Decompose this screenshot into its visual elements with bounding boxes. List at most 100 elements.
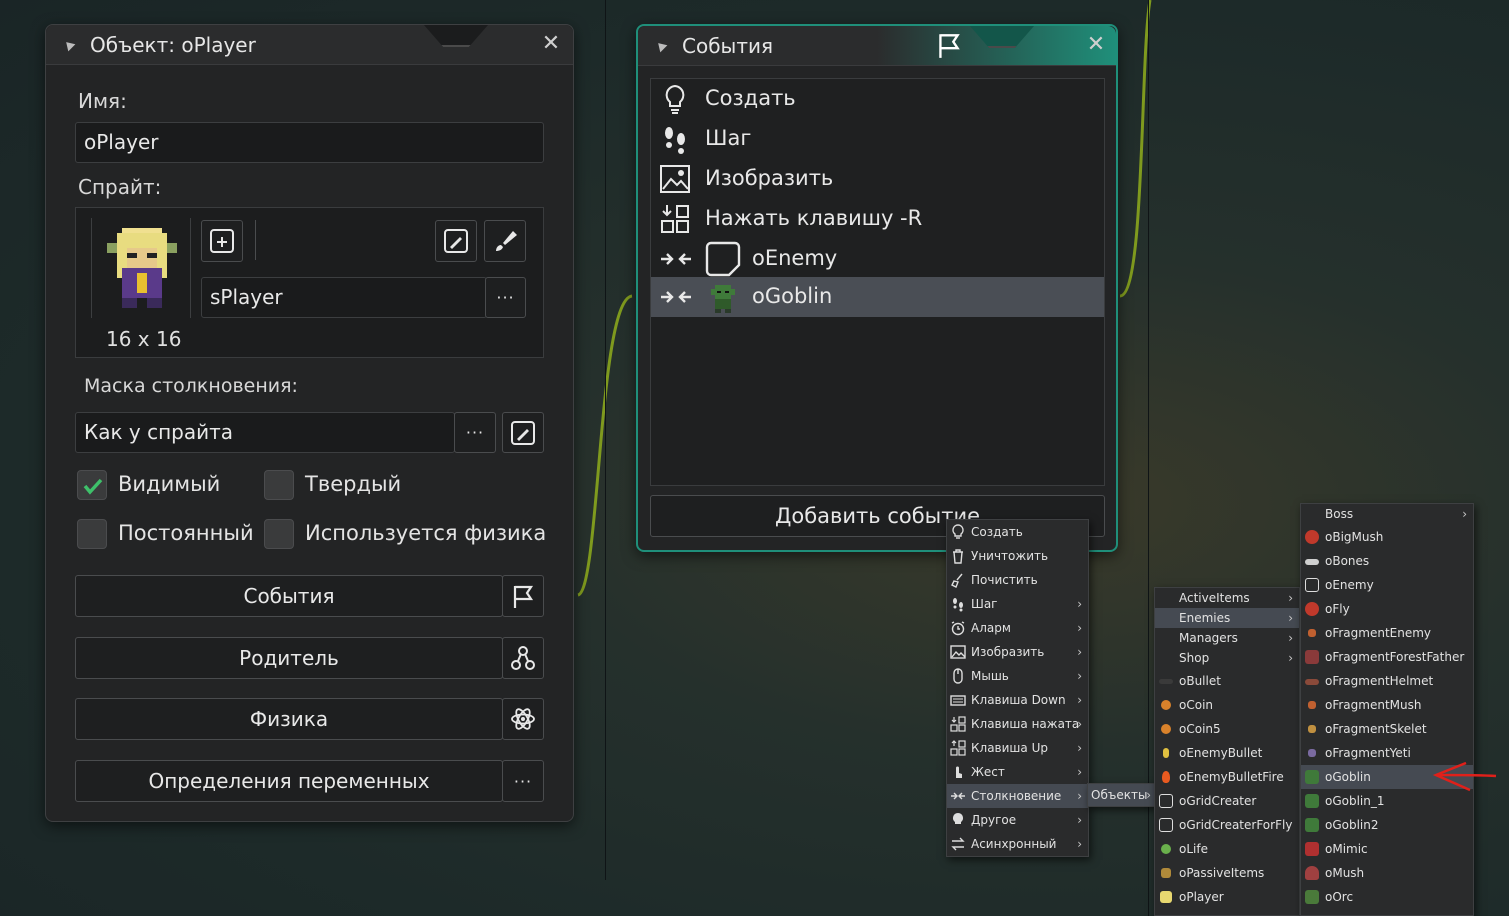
event-label: oEnemy	[752, 246, 838, 270]
menu-item-object[interactable]: oCoin5	[1155, 717, 1299, 741]
paint-sprite-button[interactable]	[484, 220, 526, 262]
sprite-box: 16 x 16 sPlayer ···	[75, 207, 544, 358]
persistent-checkbox[interactable]	[77, 519, 107, 549]
close-icon[interactable]: ✕	[1085, 34, 1107, 56]
parent-icon-button[interactable]	[502, 637, 544, 679]
panel-notch	[970, 26, 1034, 48]
menu-item-object[interactable]: oFragmentHelmet	[1301, 669, 1473, 693]
fragment-sprite-icon	[1308, 701, 1316, 709]
mouse-icon	[953, 668, 963, 684]
event-row-collision-ogoblin[interactable]: oGoblin	[651, 277, 1104, 317]
menu-item-object[interactable]: oBigMush	[1301, 525, 1473, 549]
menu-item-draw[interactable]: Изобразить ›	[947, 640, 1088, 664]
menu-item-cleanup[interactable]: Почистить	[947, 568, 1088, 592]
menu-item-folder[interactable]: Shop ›	[1155, 648, 1299, 668]
object-panel-header[interactable]: Объект: oPlayer ✕	[46, 25, 573, 65]
menu-item-step[interactable]: Шаг ›	[947, 592, 1088, 616]
menu-item-object[interactable]: oCoin	[1155, 693, 1299, 717]
collapse-icon[interactable]	[654, 39, 668, 53]
menu-item-object[interactable]: oOrc	[1301, 885, 1473, 909]
mask-browse-button[interactable]: ···	[454, 412, 496, 453]
fragment-sprite-icon	[1305, 650, 1319, 664]
events-flag-button[interactable]	[502, 575, 544, 617]
menu-item-label: Мышь	[971, 669, 1009, 683]
menu-item-object[interactable]: oPassiveItems	[1155, 861, 1299, 885]
menu-item-object[interactable]: oEnemyBullet	[1155, 741, 1299, 765]
menu-item-folder[interactable]: ActiveItems ›	[1155, 588, 1299, 608]
menu-item-object[interactable]: oFragmentSkelet	[1301, 717, 1473, 741]
menu-item-object[interactable]: oBullet	[1155, 669, 1299, 693]
events-button-label: События	[243, 584, 335, 608]
sprite-name-field[interactable]: sPlayer	[201, 277, 487, 318]
menu-item-object[interactable]: oFragmentEnemy	[1301, 621, 1473, 645]
event-row-collision-oenemy[interactable]: oEnemy	[651, 239, 1104, 279]
edit-sprite-button[interactable]	[435, 220, 477, 262]
event-row-draw[interactable]: Изобразить	[651, 159, 1104, 199]
menu-item-key-up[interactable]: Клавиша Up ›	[947, 736, 1088, 760]
event-row-step[interactable]: Шаг	[651, 119, 1104, 159]
menu-item-label: oFragmentForestFather	[1325, 650, 1465, 664]
menu-item-label: oGoblin	[1325, 770, 1371, 784]
collapse-icon[interactable]	[62, 38, 76, 52]
menu-item-objects[interactable]: Объекты ›	[1088, 784, 1154, 806]
coin-sprite-icon	[1161, 724, 1171, 734]
menu-item-async[interactable]: Асинхронный ›	[947, 832, 1088, 856]
events-button[interactable]: События	[75, 575, 503, 617]
menu-item-create[interactable]: Создать	[947, 520, 1088, 544]
menu-item-object[interactable]: oEnemyBulletFire	[1155, 765, 1299, 789]
mask-field[interactable]: Как у спрайта	[75, 412, 455, 453]
parent-button[interactable]: Родитель	[75, 637, 503, 679]
physics-icon-button[interactable]	[502, 698, 544, 740]
menu-item-object[interactable]: oEnemy	[1301, 573, 1473, 597]
visible-checkbox[interactable]	[77, 470, 107, 500]
menu-item-label: Клавиша Down	[971, 693, 1066, 707]
menu-item-object[interactable]: oMush	[1301, 861, 1473, 885]
menu-item-destroy[interactable]: Уничтожить	[947, 544, 1088, 568]
sprite-label: Спрайт:	[78, 175, 162, 199]
menu-item-object[interactable]: oGridCreater	[1155, 789, 1299, 813]
variables-more-button[interactable]: ···	[502, 760, 544, 802]
menu-item-folder[interactable]: Enemies ›	[1155, 608, 1299, 628]
edit-mask-button[interactable]	[502, 412, 544, 453]
menu-item-label: Shop	[1179, 651, 1210, 665]
menu-item-gesture[interactable]: Жест ›	[947, 760, 1088, 784]
menu-item-collision[interactable]: Столкновение ›	[947, 784, 1088, 808]
goblin-sprite-icon	[1305, 770, 1319, 784]
menu-item-object[interactable]: oLife	[1155, 837, 1299, 861]
menu-item-folder-boss[interactable]: Boss ›	[1301, 504, 1473, 524]
solid-checkbox[interactable]	[264, 470, 294, 500]
physics-checkbox[interactable]	[264, 519, 294, 549]
chevron-right-icon: ›	[1077, 645, 1082, 659]
menu-item-alarm[interactable]: Аларм ›	[947, 616, 1088, 640]
sprite-preview[interactable]	[91, 218, 191, 318]
event-row-create[interactable]: Создать	[651, 79, 1104, 119]
menu-item-object[interactable]: oFragmentForestFather	[1301, 645, 1473, 669]
chevron-right-icon: ›	[1288, 611, 1293, 625]
menu-item-object[interactable]: oPlayer	[1155, 885, 1299, 909]
sprite-browse-button[interactable]: ···	[485, 277, 526, 318]
menu-item-key-pressed[interactable]: Клавиша нажата ›	[947, 712, 1088, 736]
close-icon[interactable]: ✕	[540, 33, 562, 55]
menu-item-object[interactable]: oFly	[1301, 597, 1473, 621]
menu-item-folder[interactable]: Managers ›	[1155, 628, 1299, 648]
menu-item-mouse[interactable]: Мышь ›	[947, 664, 1088, 688]
variables-button[interactable]: Определения переменных	[75, 760, 503, 802]
name-field[interactable]: oPlayer	[75, 122, 544, 163]
event-row-keypress[interactable]: Нажать клавишу -R	[651, 199, 1104, 239]
menu-item-key-down[interactable]: Клавиша Down ›	[947, 688, 1088, 712]
brush-icon	[496, 231, 517, 251]
new-sprite-button[interactable]	[201, 220, 243, 262]
menu-item-object[interactable]: oGoblin2	[1301, 813, 1473, 837]
menu-item-object[interactable]: oMimic	[1301, 837, 1473, 861]
menu-item-other[interactable]: Другое ›	[947, 808, 1088, 832]
menu-item-object[interactable]: oBones	[1301, 549, 1473, 573]
menu-item-object[interactable]: oFragmentMush	[1301, 693, 1473, 717]
broom-icon	[951, 573, 963, 588]
events-panel-title: События	[682, 34, 774, 58]
menu-item-object[interactable]: oGridCreaterForFly	[1155, 813, 1299, 837]
events-panel-header[interactable]: События ✕	[638, 26, 1116, 66]
menu-item-label: Аларм	[971, 621, 1011, 635]
goblin-sprite-icon	[1305, 818, 1319, 832]
menu-item-label: Асинхронный	[971, 837, 1057, 851]
physics-button[interactable]: Физика	[75, 698, 503, 740]
